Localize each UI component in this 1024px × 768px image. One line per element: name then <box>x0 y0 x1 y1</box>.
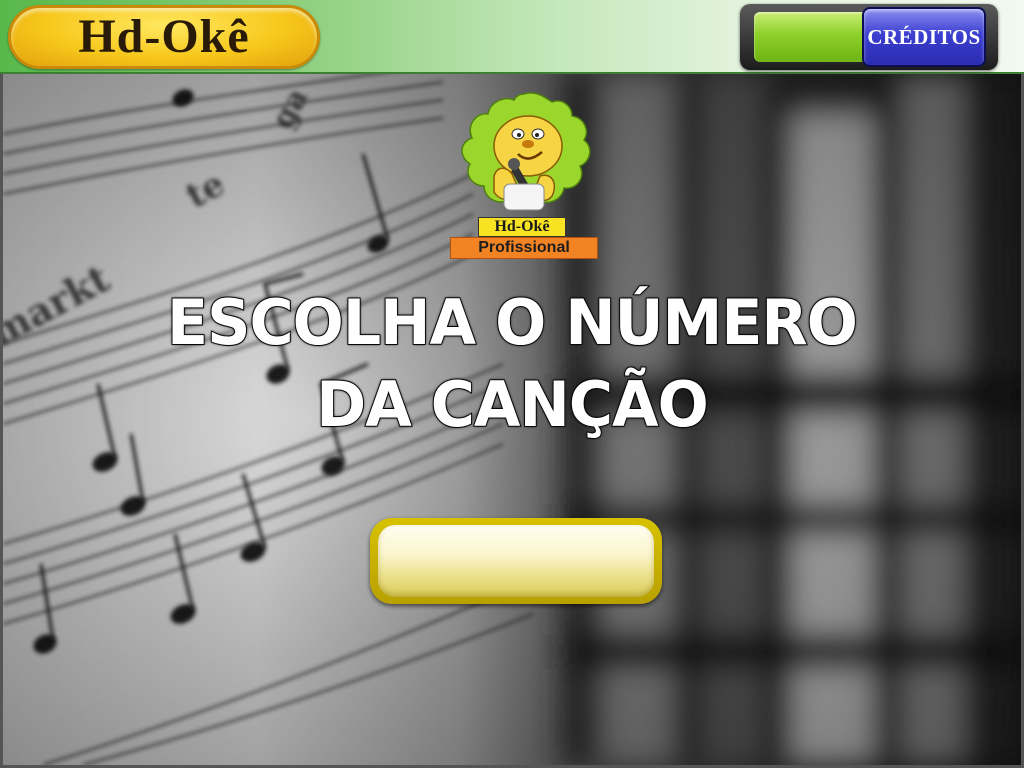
lion-mascot-icon <box>461 92 591 211</box>
karaoke-app-screen: Hd-Okê CRÉDITOS Hd-Okê Profissional ESCO… <box>0 0 1024 768</box>
edition-badge: Profissional <box>450 237 598 259</box>
green-indicator-button[interactable] <box>754 12 872 62</box>
mascot-logo: Hd-Okê Profissional <box>448 88 600 263</box>
app-logo-text: Hd-Okê <box>78 10 250 63</box>
top-right-panel: CRÉDITOS <box>740 4 998 70</box>
top-bar: Hd-Okê CRÉDITOS <box>0 0 1024 74</box>
credits-button[interactable]: CRÉDITOS <box>862 7 986 67</box>
mascot-name-badge: Hd-Okê <box>478 217 566 237</box>
page-heading: ESCOLHA O NÚMERO DA CANÇÃO <box>124 282 900 446</box>
song-number-display[interactable] <box>378 525 654 597</box>
heading-line-1: ESCOLHA O NÚMERO <box>166 285 859 360</box>
song-number-field[interactable] <box>370 518 662 604</box>
credits-button-label: CRÉDITOS <box>867 24 981 49</box>
heading-line-2: DA CANÇÃO <box>315 367 709 442</box>
app-logo: Hd-Okê <box>8 5 320 69</box>
